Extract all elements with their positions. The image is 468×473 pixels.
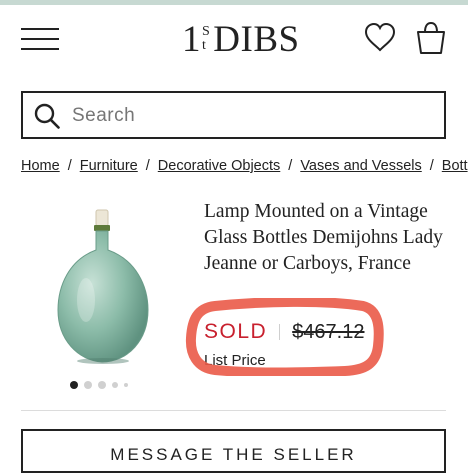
search-icon[interactable] <box>34 103 60 129</box>
carousel-dot[interactable] <box>70 381 78 389</box>
list-price-label: List Price <box>204 352 266 369</box>
breadcrumb-home[interactable]: Home <box>21 158 60 174</box>
shopping-bag-icon[interactable] <box>414 21 448 55</box>
image-carousel-dots <box>70 380 128 390</box>
carousel-dot[interactable] <box>84 381 92 389</box>
carousel-dot[interactable] <box>112 382 118 388</box>
message-seller-label: MESSAGE THE SELLER <box>110 445 357 464</box>
price-row: SOLD $467.12 <box>204 318 364 346</box>
breadcrumb-decorative-objects[interactable]: Decorative Objects <box>158 158 281 174</box>
breadcrumb: Home / Furniture / Decorative Objects / Vases … <box>21 158 468 174</box>
message-seller-button[interactable]: MESSAGE THE SELLER <box>21 429 446 473</box>
search-bar[interactable]: Search <box>21 91 446 139</box>
breadcrumb-vases-and-vessels[interactable]: Vases and Vessels <box>300 158 421 174</box>
carousel-dot[interactable] <box>124 383 128 387</box>
product-image[interactable] <box>54 208 154 368</box>
list-price-value: $467.12 <box>292 320 365 343</box>
breadcrumb-furniture[interactable]: Furniture <box>80 158 138 174</box>
heart-icon[interactable] <box>364 22 396 54</box>
price-divider <box>279 324 281 340</box>
site-header: 1 S t DIBS <box>0 5 468 75</box>
logo-st: S t <box>202 24 211 53</box>
logo[interactable]: 1 S t DIBS <box>182 18 300 60</box>
search-placeholder[interactable]: Search <box>72 105 135 127</box>
sold-label: SOLD <box>204 320 268 343</box>
logo-dibs: DIBS <box>213 18 300 60</box>
menu-icon[interactable] <box>21 26 59 52</box>
breadcrumb-bottles[interactable]: Bott <box>442 158 468 174</box>
carousel-dot[interactable] <box>98 381 106 389</box>
logo-one: 1 <box>182 18 201 60</box>
section-divider <box>21 410 446 411</box>
product-title: Lamp Mounted on a Vintage Glass Bottles … <box>204 201 443 274</box>
